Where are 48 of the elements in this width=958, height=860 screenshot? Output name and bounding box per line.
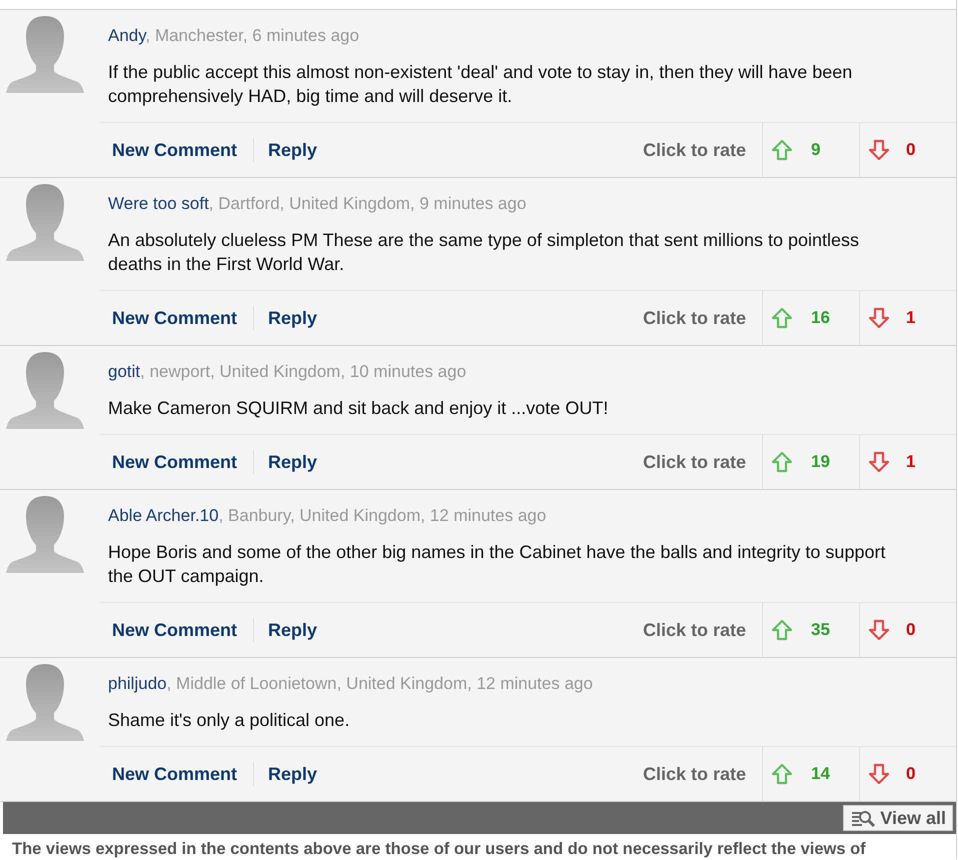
- upvote-count: 19: [811, 451, 830, 474]
- downvote-count: 1: [906, 307, 916, 330]
- down-arrow-icon[interactable]: [868, 307, 890, 329]
- comment-text: Shame it's only a political one.: [108, 709, 351, 732]
- down-arrow-icon[interactable]: [868, 139, 890, 161]
- up-arrow-icon[interactable]: [771, 619, 793, 641]
- up-arrow-icon[interactable]: [771, 451, 793, 473]
- down-arrow-icon[interactable]: [868, 763, 890, 785]
- rate-label: Click to rate: [642, 762, 747, 786]
- up-arrow-icon[interactable]: [771, 139, 793, 161]
- comment-text: Hope Boris and some of the other big names in the Cabinet have the balls and integrity to support the OUT campaign.: [108, 541, 886, 588]
- rate-label: Click to rate: [642, 450, 747, 474]
- comment-text: If the public accept this almost non-existent 'deal' and vote to stay in, then they will have been comprehensively HAD, big time and will deserve it.: [108, 61, 854, 108]
- new-comment-link[interactable]: New Comment: [100, 304, 254, 332]
- comment-byline: gotit, newport, United Kingdom, 10 minutes ago: [108, 362, 468, 382]
- new-comment-link[interactable]: New Comment: [100, 448, 254, 476]
- new-comment-link[interactable]: New Comment: [100, 616, 254, 644]
- comment-byline: Able Archer.10, Banbury, United Kingdom, 12 minutes ago: [108, 506, 548, 526]
- down-arrow-icon[interactable]: [868, 451, 890, 473]
- view-all-button[interactable]: View all: [843, 805, 953, 831]
- comment-text: An absolutely clueless PM These are the same type of simpleton that sent millions to pointless deaths in the First World War.: [108, 229, 860, 276]
- reply-link[interactable]: Reply: [254, 304, 318, 332]
- list-search-icon: [850, 808, 876, 828]
- reply-link[interactable]: Reply: [254, 616, 318, 644]
- downvote-count: 1: [906, 451, 916, 474]
- upvote-count: 35: [811, 619, 830, 642]
- downvote-count: 0: [906, 139, 916, 162]
- reply-link[interactable]: Reply: [254, 760, 318, 788]
- upvote-count: 16: [811, 307, 830, 330]
- reply-link[interactable]: Reply: [254, 136, 318, 164]
- new-comment-link[interactable]: New Comment: [100, 760, 254, 788]
- down-arrow-icon[interactable]: [868, 619, 890, 641]
- reply-link[interactable]: Reply: [254, 448, 318, 476]
- downvote-count: 0: [906, 619, 916, 642]
- new-comment-link[interactable]: New Comment: [100, 136, 254, 164]
- comment-byline: Were too soft, Dartford, United Kingdom, 9 minutes ago: [108, 194, 528, 214]
- upvote-count: 14: [811, 763, 830, 786]
- comment-byline: Andy, Manchester, 6 minutes ago: [108, 26, 360, 46]
- comment-text: Make Cameron SQUIRM and sit back and enjoy it ...vote OUT!: [108, 397, 610, 420]
- rate-label: Click to rate: [642, 306, 747, 330]
- disclaimer-text: The views expressed in the contents above are those of our users and do not necessarily reflect the views of: [11, 839, 867, 859]
- comment-byline: philjudo, Middle of Loonietown, United Kingdom, 12 minutes ago: [108, 674, 594, 694]
- upvote-count: 9: [811, 139, 820, 162]
- up-arrow-icon[interactable]: [771, 763, 793, 785]
- downvote-count: 0: [906, 763, 916, 786]
- rate-label: Click to rate: [642, 618, 747, 642]
- up-arrow-icon[interactable]: [771, 307, 793, 329]
- rate-label: Click to rate: [642, 138, 747, 162]
